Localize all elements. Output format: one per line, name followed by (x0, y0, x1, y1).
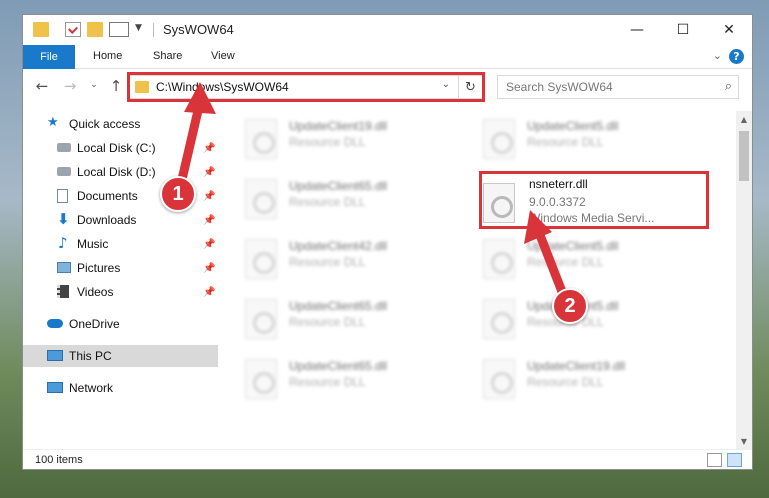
dll-file-icon (245, 239, 277, 279)
navigation-pane: ★ Quick access Local Disk (C:) 📌 Local D… (23, 111, 218, 449)
tab-home[interactable]: Home (93, 50, 122, 62)
forward-arrow-icon[interactable]: → (59, 77, 81, 95)
scroll-thumb[interactable] (739, 131, 749, 181)
minimize-button[interactable]: — (614, 15, 660, 45)
tab-view[interactable]: View (211, 50, 235, 62)
navigation-bar: ← → ⌄ ↑ C:\Windows\SysWOW64 ⌄ ↻ Search S… (23, 69, 752, 105)
sidebar-item-downloads[interactable]: ⬇ Downloads 📌 (23, 209, 218, 231)
properties-icon[interactable] (65, 22, 81, 37)
tab-file[interactable]: File (23, 45, 75, 69)
pin-icon[interactable]: 📌 (203, 239, 215, 250)
sidebar-item-onedrive[interactable]: OneDrive (23, 313, 218, 335)
dll-file-icon (483, 119, 515, 159)
pin-icon[interactable]: 📌 (203, 287, 215, 298)
dll-file-icon (245, 299, 277, 339)
list-item[interactable]: UpdateClient65.dll Resource DLL (223, 293, 453, 345)
pin-icon[interactable]: 📌 (203, 263, 215, 274)
list-item[interactable]: UpdateClient42.dll Resource DLL (223, 233, 453, 285)
pin-icon[interactable]: 📌 (203, 143, 215, 154)
tab-share[interactable]: Share (153, 50, 182, 62)
list-item[interactable]: UpdateClient5.dll Resource DLL (461, 113, 691, 165)
dll-file-icon (245, 119, 277, 159)
pin-icon[interactable]: 📌 (203, 215, 215, 226)
close-button[interactable]: ✕ (706, 15, 752, 45)
documents-icon (57, 189, 68, 203)
ribbon: File Home Share View ⌄ ? (23, 45, 752, 69)
sidebar-item-pictures[interactable]: Pictures 📌 (23, 257, 218, 279)
search-icon[interactable]: ⌕ (725, 79, 732, 94)
list-item[interactable]: UpdateClient19.dll Resource DLL (461, 353, 691, 405)
scroll-down-icon[interactable]: ▼ (736, 433, 752, 449)
star-icon: ★ (47, 115, 59, 130)
pin-icon[interactable]: 📌 (203, 191, 215, 202)
scroll-up-icon[interactable]: ▲ (736, 111, 752, 127)
help-icon[interactable]: ? (729, 49, 744, 64)
folder-icon (33, 22, 49, 37)
drive-icon (57, 167, 71, 176)
step-2-badge: 2 (552, 288, 588, 324)
list-item[interactable]: UpdateClient65.dll Resource DLL (223, 173, 453, 225)
pictures-icon (57, 262, 71, 273)
file-highlight (479, 171, 709, 229)
customize-toolbar-icon[interactable] (109, 22, 129, 37)
expand-ribbon-icon[interactable]: ⌄ (713, 49, 722, 62)
list-item[interactable]: UpdateClient19.dll Resource DLL (223, 113, 453, 165)
sidebar-item-music[interactable]: ♪ Music 📌 (23, 233, 218, 255)
step-1-badge: 1 (160, 176, 196, 212)
download-icon: ⬇ (57, 210, 70, 228)
maximize-button[interactable]: ☐ (660, 15, 706, 45)
up-arrow-icon[interactable]: ↑ (105, 77, 127, 95)
sidebar-item-this-pc[interactable]: This PC (23, 345, 218, 367)
item-count: 100 items (35, 454, 83, 466)
dll-file-icon (245, 179, 277, 219)
sidebar-item-quick-access[interactable]: ★ Quick access (23, 113, 218, 135)
window-title: SysWOW64 (163, 22, 234, 37)
sidebar-item-network[interactable]: Network (23, 377, 218, 399)
explorer-window: ▼ SysWOW64 — ☐ ✕ File Home Share View ⌄ … (22, 14, 753, 470)
list-item[interactable]: UpdateClient5.dll Resource DLL (461, 233, 691, 285)
vertical-scrollbar[interactable]: ▲ ▼ (736, 111, 752, 449)
back-arrow-icon[interactable]: ← (31, 77, 53, 95)
search-input[interactable]: Search SysWOW64 (506, 80, 613, 94)
pin-icon[interactable]: 📌 (203, 167, 215, 178)
recent-locations-icon[interactable]: ⌄ (83, 80, 105, 90)
videos-icon (57, 285, 69, 298)
music-icon: ♪ (58, 234, 68, 252)
address-highlight (127, 72, 485, 102)
title-bar: ▼ SysWOW64 — ☐ ✕ (23, 15, 752, 45)
network-icon (47, 382, 63, 393)
cloud-icon (47, 319, 63, 328)
search-box[interactable]: Search SysWOW64 ⌕ (497, 75, 739, 99)
sidebar-item-videos[interactable]: Videos 📌 (23, 281, 218, 303)
dll-file-icon (245, 359, 277, 399)
qa-dropdown-icon[interactable]: ▼ (135, 23, 142, 33)
dll-file-icon (483, 359, 515, 399)
drive-icon (57, 143, 71, 152)
list-item[interactable]: UpdateClient65.dll Resource DLL (223, 353, 453, 405)
large-icons-view-icon[interactable] (727, 453, 742, 467)
dll-file-icon (483, 239, 515, 279)
file-list: UpdateClient19.dll Resource DLL UpdateCl… (223, 111, 733, 449)
computer-icon (47, 350, 63, 361)
new-folder-icon[interactable] (87, 22, 103, 37)
dll-file-icon (483, 299, 515, 339)
sidebar-item-local-disk-c[interactable]: Local Disk (C:) 📌 (23, 137, 218, 159)
details-view-icon[interactable] (707, 453, 722, 467)
status-bar: 100 items (23, 449, 752, 469)
